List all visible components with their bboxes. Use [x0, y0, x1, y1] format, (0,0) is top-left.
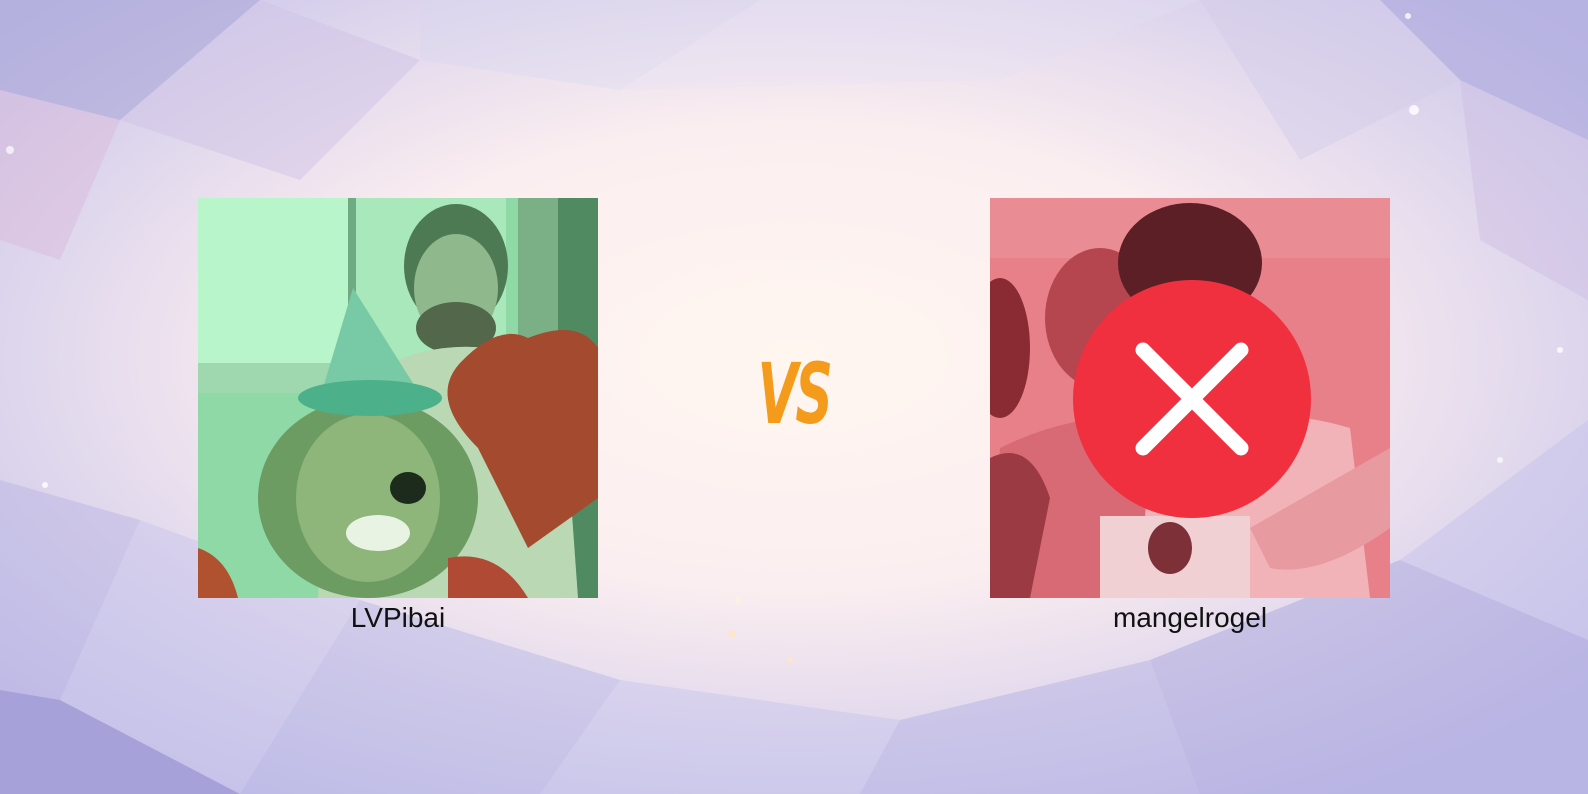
vs-text: VS	[757, 345, 833, 443]
vs-label: VS	[734, 334, 854, 454]
player-name-right: mangelrogel	[1112, 602, 1268, 633]
player-name-left: LVPibai	[350, 602, 446, 633]
eliminated-badge	[1073, 280, 1311, 518]
player-card-left[interactable]	[198, 198, 598, 598]
close-icon	[1073, 280, 1311, 518]
player-avatar-left	[198, 198, 598, 598]
